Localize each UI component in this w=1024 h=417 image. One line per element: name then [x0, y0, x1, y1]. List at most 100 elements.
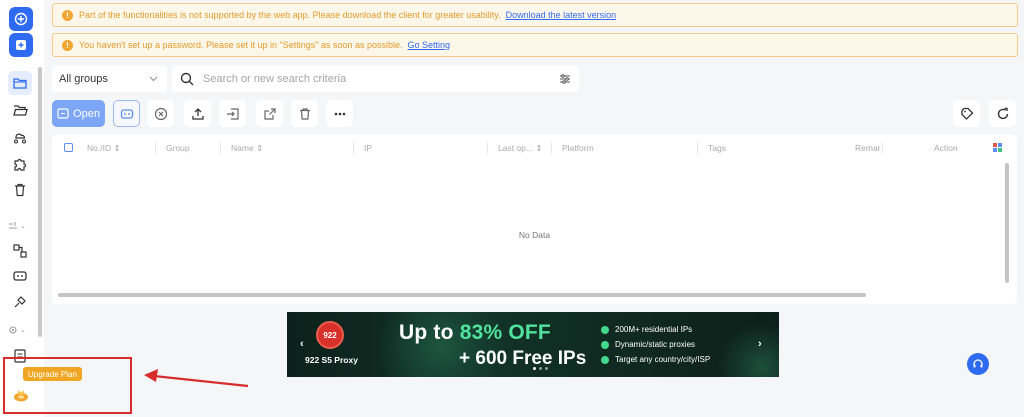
sidebar-item-synchronizer[interactable]: [8, 264, 32, 288]
carousel-dot[interactable]: [533, 367, 536, 370]
share-button[interactable]: [256, 100, 283, 127]
globe-graphic: [717, 322, 779, 377]
column-divider: [487, 142, 488, 154]
sync-windows-button[interactable]: [113, 100, 140, 127]
more-horizontal-icon: [334, 112, 345, 115]
support-chat-button[interactable]: [967, 353, 989, 375]
search-box: [172, 66, 579, 92]
refresh-button[interactable]: [989, 100, 1016, 127]
check-icon: [601, 355, 609, 364]
sidebar-item-cloud[interactable]: [8, 125, 32, 149]
column-label: Name: [231, 143, 254, 153]
chevron-down-icon: ⌄: [20, 327, 26, 334]
column-header-id[interactable]: No./ID ⇕: [87, 143, 121, 154]
api-icon: [14, 296, 26, 308]
trash-icon: [15, 183, 25, 197]
sidebar-item-groups[interactable]: [8, 98, 32, 122]
upload-icon: [191, 107, 204, 120]
more-button[interactable]: [326, 100, 353, 127]
sort-icon: ⇕: [113, 143, 121, 153]
banner-prev-arrow[interactable]: ‹: [300, 338, 304, 350]
upgrade-plan-tooltip[interactable]: Upgrade Plan: [23, 367, 82, 381]
banner-bullets: 200M+ residential IPs Dynamic/static pro…: [601, 322, 710, 367]
quick-create-button[interactable]: [9, 33, 33, 57]
banner-bullet: Target any country/city/ISP: [601, 352, 710, 367]
open-button-label: Open: [73, 107, 100, 120]
headset-icon: [973, 359, 983, 368]
tag-icon: [960, 107, 973, 120]
proxy-logo: 922: [316, 321, 344, 349]
window-icon: [57, 108, 69, 119]
column-label: Last op...: [498, 143, 533, 153]
table-vertical-scrollbar[interactable]: [1005, 163, 1009, 283]
column-label: No./ID: [87, 143, 112, 153]
column-header-tags: Tags: [708, 143, 726, 153]
upgrade-plan-icon[interactable]: [12, 386, 30, 404]
share-icon: [263, 107, 276, 120]
add-profile-button[interactable]: [9, 7, 33, 31]
go-setting-link[interactable]: Go Setting: [407, 40, 450, 50]
cloud-group-icon: [13, 133, 27, 144]
settings-icon: [9, 326, 17, 334]
warning-icon: !: [62, 39, 73, 51]
headline-accent: 83% OFF: [459, 321, 551, 344]
open-button[interactable]: Open: [52, 100, 105, 127]
column-header-ip: IP: [364, 143, 373, 153]
warning-icon: !: [62, 9, 73, 21]
synchronizer-icon: [13, 271, 27, 281]
column-header-name[interactable]: Name ⇕: [231, 143, 263, 154]
folder-open-icon: [13, 105, 28, 116]
promo-banner[interactable]: ‹ 922 922 S5 Proxy Up to 83% OFF + 600 F…: [287, 312, 779, 377]
app-root: ⌄ ⌄ ! Part of the functionalities is not…: [0, 0, 1024, 417]
table-header: No./ID ⇕ Group Name ⇕ IP Last op... ⇕ Pl…: [52, 135, 1017, 161]
group-select[interactable]: All groups: [52, 66, 167, 92]
check-icon: [601, 325, 609, 334]
sort-icon: ⇕: [256, 143, 264, 153]
notice-password: ! You haven't set up a password. Please …: [52, 33, 1018, 57]
import-button[interactable]: [184, 100, 211, 127]
automation-icon: [9, 222, 17, 229]
tag-button[interactable]: [953, 100, 980, 127]
search-icon: [180, 72, 194, 86]
select-all-checkbox[interactable]: [64, 143, 73, 152]
sidebar: ⌄ ⌄: [0, 0, 44, 417]
banner-subheadline: + 600 Free IPs: [459, 348, 587, 369]
filter-settings-icon[interactable]: [559, 73, 571, 85]
download-client-link[interactable]: Download the latest version: [506, 10, 617, 20]
banner-next-arrow[interactable]: ›: [758, 338, 762, 350]
sidebar-item-profiles[interactable]: [8, 71, 32, 95]
table-horizontal-scrollbar[interactable]: [58, 293, 866, 297]
sidebar-item-rpa[interactable]: [8, 239, 32, 263]
close-circle-icon: [154, 107, 167, 120]
search-input[interactable]: [203, 73, 559, 85]
sidebar-item-trash[interactable]: [8, 178, 32, 202]
column-divider: [220, 142, 221, 154]
headline-prefix: Up to: [399, 321, 460, 344]
notice-text: Part of the functionalities is not suppo…: [79, 10, 501, 20]
bullet-text: Dynamic/static proxies: [615, 340, 696, 349]
carousel-dot[interactable]: [545, 367, 548, 370]
column-divider: [353, 142, 354, 154]
sidebar-group-automation[interactable]: ⌄: [8, 221, 26, 231]
group-select-value: All groups: [59, 73, 108, 85]
sidebar-group-settings[interactable]: ⌄: [8, 325, 26, 335]
notice-web-app: ! Part of the functionalities is not sup…: [52, 3, 1018, 27]
banner-headline: Up to 83% OFF: [399, 321, 551, 345]
column-settings-icon[interactable]: [992, 142, 1003, 153]
bullet-text: Target any country/city/ISP: [615, 355, 711, 364]
sidebar-item-api[interactable]: [8, 290, 32, 314]
move-icon: [226, 107, 239, 120]
carousel-dot[interactable]: [539, 367, 542, 370]
sort-icon: ⇕: [535, 143, 543, 153]
trash-icon: [299, 107, 310, 120]
delete-button[interactable]: [291, 100, 318, 127]
sidebar-scrollbar[interactable]: [38, 67, 42, 337]
sidebar-item-extensions[interactable]: [8, 152, 32, 176]
column-header-action: Action: [934, 143, 958, 153]
column-divider: [697, 142, 698, 154]
close-browser-button[interactable]: [147, 100, 174, 127]
column-divider: [882, 142, 883, 154]
move-to-group-button[interactable]: [219, 100, 246, 127]
column-header-last-opened[interactable]: Last op... ⇕: [498, 143, 542, 154]
banner-bullet: Dynamic/static proxies: [601, 337, 710, 352]
